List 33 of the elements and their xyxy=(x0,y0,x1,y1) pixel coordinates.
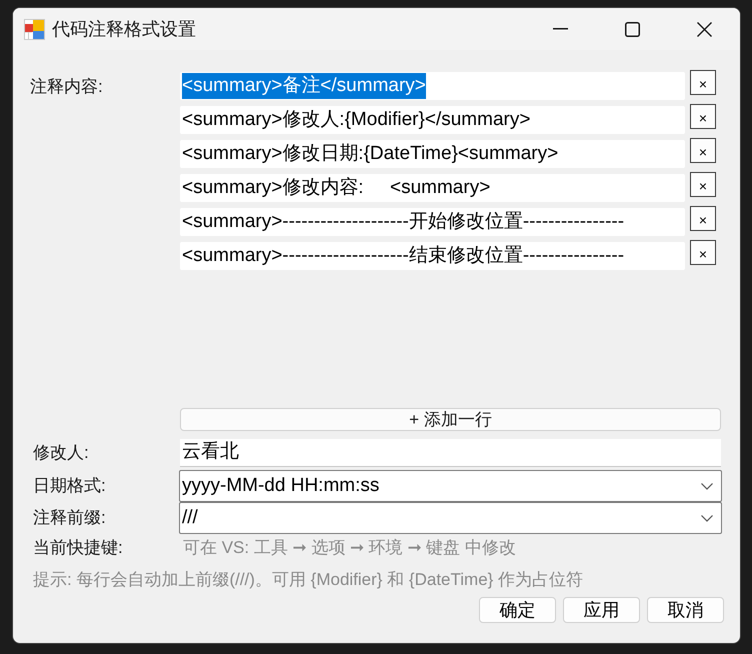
line-text-field[interactable]: <summary>--------------------开始修改位置---------------- xyxy=(180,208,685,236)
dialog-button[interactable]: 取消 xyxy=(647,597,724,623)
delete-button[interactable]: × xyxy=(690,240,716,265)
line-text-field[interactable]: <summary>备注</summary> xyxy=(180,72,685,100)
line-text-field[interactable]: <summary>--------------------结束修改位置---------------- xyxy=(180,242,685,270)
dropdown[interactable]: yyyy-MM-dd HH:mm:ss xyxy=(179,470,722,502)
dialog-button[interactable]: 确定 xyxy=(479,597,556,623)
field-label: 注释前缀: xyxy=(33,508,106,527)
line-text-field[interactable]: <summary>修改内容: <summary> xyxy=(180,174,685,202)
line-text-field[interactable]: <summary>修改日期:{DateTime}<summary> xyxy=(180,140,685,168)
app-icon xyxy=(24,18,45,40)
minimize-icon xyxy=(552,28,568,30)
dialog-button[interactable]: 应用 xyxy=(563,597,640,623)
window-title: 代码注释格式设置 xyxy=(52,18,196,40)
add-line-button[interactable]: + 添加一行 xyxy=(180,408,721,431)
delete-button[interactable]: × xyxy=(690,70,716,95)
maximize-icon xyxy=(624,22,640,36)
field-label: 注释内容: xyxy=(30,77,103,96)
field-label: 当前快捷键: xyxy=(33,538,123,557)
close-icon xyxy=(696,22,712,36)
delete-button[interactable]: × xyxy=(690,206,716,231)
delete-button[interactable]: × xyxy=(690,104,716,129)
text-field[interactable]: 云看北 xyxy=(180,439,721,467)
field-label: 日期格式: xyxy=(33,476,106,495)
chevron-down-icon xyxy=(701,482,713,490)
chevron-down-icon xyxy=(701,514,713,522)
delete-button[interactable]: × xyxy=(690,172,716,197)
field-label: 修改人: xyxy=(33,443,89,462)
dropdown[interactable]: /// xyxy=(179,502,722,534)
delete-button[interactable]: × xyxy=(690,138,716,163)
line-text-field[interactable]: <summary>修改人:{Modifier}</summary> xyxy=(180,106,685,134)
hint-text: 提示: 每行会自动加上前缀(///)。可用 {Modifier} 和 {DateTime} 作为占位符 xyxy=(33,569,584,592)
shortcut-hint-text: 可在 VS: 工具 ➞ 选项 ➞ 环境 ➞ 键盘 中修改 xyxy=(183,537,516,560)
